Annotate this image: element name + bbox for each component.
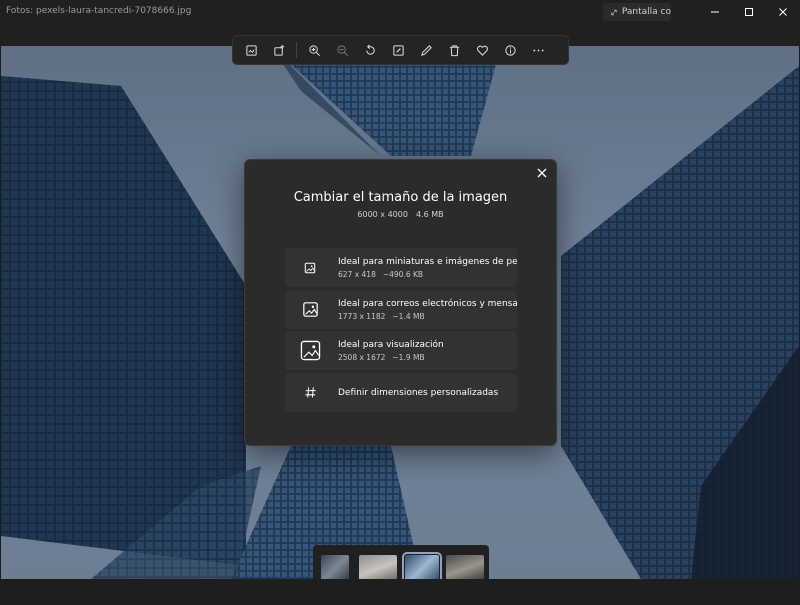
edit-icon: [392, 44, 404, 56]
image-large-icon: [285, 331, 335, 370]
option-label: Ideal para visualización: [338, 340, 444, 350]
window-title: Fotos: pexels-laura-tancredi-7078666.jpg: [6, 6, 192, 16]
option-dims: 2508 x 1672: [338, 353, 386, 362]
rotate-button[interactable]: [356, 37, 384, 63]
more-button[interactable]: [524, 37, 552, 63]
close-dialog-icon[interactable]: [535, 166, 549, 180]
delete-icon: [449, 44, 459, 56]
minimize-icon: [711, 11, 719, 13]
more-icon: [532, 49, 544, 51]
resize-option-large[interactable]: Ideal para visualización 2508 x 1672 ~1.9…: [285, 331, 517, 370]
option-meta: 627 x 418 ~490.6 KB: [338, 270, 423, 279]
favorite-icon: [476, 45, 488, 56]
option-size: ~490.6 KB: [382, 270, 424, 279]
draw-button[interactable]: [412, 37, 440, 63]
fullscreen-label: Pantalla co: [621, 7, 671, 17]
image-medium-icon: [285, 290, 335, 329]
dialog-subtitle: 6000 x 4000 4.6 MB: [245, 210, 556, 219]
close-icon: [779, 8, 787, 16]
favorite-button[interactable]: [468, 37, 496, 63]
image-small-icon: [285, 248, 335, 287]
expand-icon: [611, 9, 617, 15]
maximize-icon: [745, 8, 753, 16]
close-window-button[interactable]: [766, 0, 800, 24]
info-button[interactable]: [496, 37, 524, 63]
info-icon: [504, 44, 516, 56]
crop-button[interactable]: [237, 37, 265, 63]
dialog-title: Cambiar el tamaño de la imagen: [293, 190, 508, 205]
edit-image-icon: [273, 44, 284, 56]
zoom-out-button[interactable]: [328, 37, 356, 63]
resize-option-custom[interactable]: Definir dimensiones personalizadas: [285, 373, 517, 412]
resize-dialog: Cambiar el tamaño de la imagen 6000 x 40…: [244, 159, 557, 446]
delete-button[interactable]: [440, 37, 468, 63]
hash-icon: [285, 373, 335, 412]
resize-option-medium[interactable]: Ideal para correos electrónicos y mensaj…: [285, 290, 517, 329]
window-controls: [698, 0, 800, 24]
edit-button[interactable]: [384, 37, 412, 63]
original-dimensions: 6000 x 4000: [357, 210, 408, 219]
draw-icon: [420, 44, 432, 56]
option-size: ~1.9 MB: [392, 353, 425, 362]
option-size: ~1.4 MB: [392, 312, 425, 321]
original-size: 4.6 MB: [415, 210, 444, 219]
maximize-button[interactable]: [732, 0, 766, 24]
bottom-bar: [0, 579, 800, 605]
resize-option-small[interactable]: Ideal para miniaturas e imágenes de perf…: [285, 248, 517, 287]
toolbar-divider: [296, 42, 297, 58]
option-meta: 1773 x 1182 ~1.4 MB: [338, 312, 425, 321]
option-label: Definir dimensiones personalizadas: [338, 388, 499, 398]
option-dims: 627 x 418: [338, 270, 376, 279]
zoom-in-button[interactable]: [300, 37, 328, 63]
rotate-icon: [365, 44, 375, 55]
option-label: Ideal para correos electrónicos y mensaj…: [338, 299, 517, 309]
option-meta: 2508 x 1672 ~1.9 MB: [338, 353, 425, 362]
image-toolbar: [232, 35, 569, 65]
fullscreen-button[interactable]: Pantalla co: [603, 3, 671, 21]
minimize-button[interactable]: [698, 0, 732, 24]
zoom-out-icon: [336, 44, 348, 56]
crop-icon: [245, 44, 257, 56]
option-label: Ideal para miniaturas e imágenes de perf…: [338, 257, 517, 267]
option-dims: 1773 x 1182: [338, 312, 386, 321]
zoom-in-icon: [308, 44, 320, 56]
edit-image-button[interactable]: [265, 37, 293, 63]
